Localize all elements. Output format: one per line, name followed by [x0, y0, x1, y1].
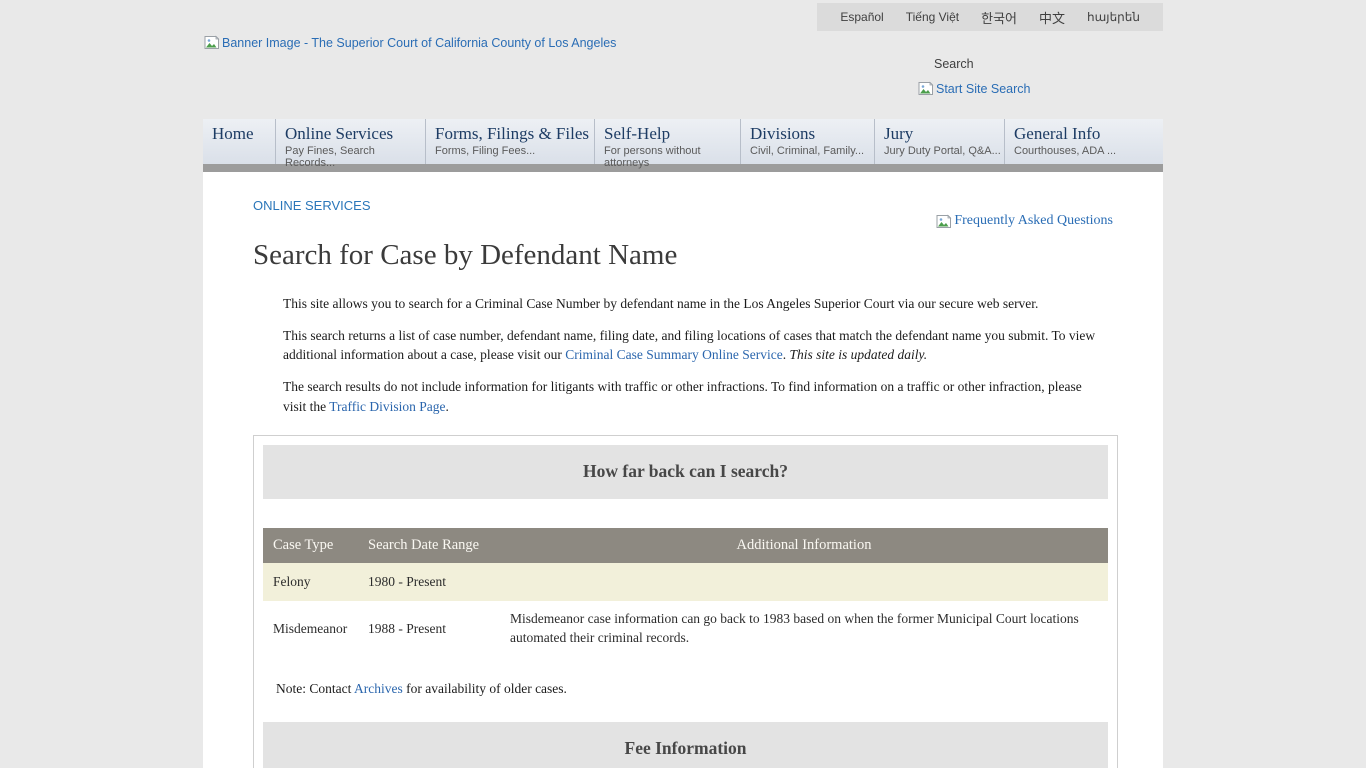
page-title: Search for Case by Defendant Name — [253, 239, 1118, 272]
column-header-case-type: Case Type — [263, 528, 358, 563]
banner-image-link[interactable]: Banner Image - The Superior Court of Cal… — [203, 35, 616, 50]
nav-label: Home — [212, 124, 275, 144]
page-root: Español Tiếng Việt 한국어 中文 հայերեն Banner… — [203, 0, 1163, 768]
site-search-area: Search Start Site Search — [917, 57, 1031, 101]
faq-link-text: Frequently Asked Questions — [954, 213, 1113, 229]
search-label: Search — [934, 57, 1031, 71]
nav-item-self-help[interactable]: Self-Help For persons without attorneys — [594, 119, 740, 164]
cell-case-type: Felony — [263, 563, 358, 601]
intro-paragraph-3: The search results do not include inform… — [283, 377, 1099, 415]
table-row-misdemeanor: Misdemeanor 1988 - Present Misdemeanor c… — [263, 601, 1108, 656]
nav-sublabel: For persons without attorneys — [604, 145, 740, 169]
language-link-korean[interactable]: 한국어 — [970, 8, 1028, 27]
cell-additional-info — [500, 563, 1108, 601]
cell-case-type: Misdemeanor — [263, 601, 358, 656]
nav-item-general-info[interactable]: General Info Courthouses, ADA ... — [1004, 119, 1163, 164]
header: Banner Image - The Superior Court of Cal… — [203, 31, 1163, 119]
intro-paragraph-2: This search returns a list of case numbe… — [283, 326, 1099, 364]
traffic-division-link[interactable]: Traffic Division Page — [329, 399, 445, 414]
faq-link[interactable]: Frequently Asked Questions — [935, 213, 1113, 229]
table-header-row: Case Type Search Date Range Additional I… — [263, 528, 1108, 563]
language-link-chinese[interactable]: 中文 — [1028, 8, 1076, 27]
nav-sublabel: Jury Duty Portal, Q&A... — [884, 145, 1004, 157]
search-date-range-table: Case Type Search Date Range Additional I… — [263, 528, 1108, 656]
cell-date-range: 1980 - Present — [358, 563, 500, 601]
nav-label: Jury — [884, 124, 1004, 144]
nav-label: General Info — [1014, 124, 1163, 144]
column-header-search-date-range: Search Date Range — [358, 528, 500, 563]
main-content: ONLINE SERVICES Frequently Asked Questio… — [203, 172, 1163, 768]
nav-item-online-services[interactable]: Online Services Pay Fines, Search Record… — [275, 119, 425, 164]
main-navigation: Home Online Services Pay Fines, Search R… — [203, 119, 1163, 164]
column-header-additional-information: Additional Information — [500, 528, 1108, 563]
language-bar-inner: Español Tiếng Việt 한국어 中文 հայերեն — [817, 3, 1163, 31]
nav-sublabel: Pay Fines, Search Records... — [285, 145, 425, 169]
note-text: for availability of older cases. — [403, 681, 567, 696]
nav-label: Self-Help — [604, 124, 740, 144]
breadcrumb-row: ONLINE SERVICES Frequently Asked Questio… — [253, 197, 1118, 221]
broken-image-icon — [203, 35, 220, 50]
broken-image-icon — [917, 81, 934, 96]
criminal-case-summary-link[interactable]: Criminal Case Summary Online Service — [565, 347, 782, 362]
cell-additional-info: Misdemeanor case information can go back… — [500, 601, 1108, 656]
nav-sublabel: Forms, Filing Fees... — [435, 145, 594, 157]
updated-daily-note: This site is updated daily. — [790, 347, 928, 362]
archives-note: Note: Contact Archives for availability … — [276, 681, 1108, 697]
fee-information-heading: Fee Information — [263, 722, 1108, 768]
nav-item-forms-filings-files[interactable]: Forms, Filings & Files Forms, Filing Fee… — [425, 119, 594, 164]
paragraph-text: . — [446, 399, 449, 414]
cell-date-range: 1988 - Present — [358, 601, 500, 656]
archives-link[interactable]: Archives — [354, 681, 403, 696]
intro-paragraph-1: This site allows you to search for a Cri… — [283, 294, 1099, 313]
language-link-espanol[interactable]: Español — [829, 10, 894, 24]
nav-label: Divisions — [750, 124, 874, 144]
paragraph-text: . — [783, 347, 790, 362]
nav-label: Forms, Filings & Files — [435, 124, 594, 144]
banner-alt-text: Banner Image - The Superior Court of Cal… — [222, 36, 616, 50]
nav-sublabel: Civil, Criminal, Family... — [750, 145, 874, 157]
nav-sublabel: Courthouses, ADA ... — [1014, 145, 1163, 157]
language-bar: Español Tiếng Việt 한국어 中文 հայերեն — [203, 0, 1163, 31]
nav-item-divisions[interactable]: Divisions Civil, Criminal, Family... — [740, 119, 874, 164]
nav-label: Online Services — [285, 124, 425, 144]
nav-item-jury[interactable]: Jury Jury Duty Portal, Q&A... — [874, 119, 1004, 164]
note-text: Note: Contact — [276, 681, 354, 696]
language-link-vietnamese[interactable]: Tiếng Việt — [895, 10, 970, 24]
info-box: How far back can I search? Case Type Sea… — [253, 435, 1118, 768]
broken-image-icon — [935, 214, 952, 229]
table-row-felony: Felony 1980 - Present — [263, 563, 1108, 601]
search-back-heading: How far back can I search? — [263, 445, 1108, 499]
nav-item-home[interactable]: Home — [203, 119, 275, 164]
start-site-search-link[interactable]: Start Site Search — [917, 81, 1031, 96]
language-link-armenian[interactable]: հայերեն — [1076, 10, 1151, 24]
breadcrumb-online-services[interactable]: ONLINE SERVICES — [253, 198, 371, 213]
start-site-search-text: Start Site Search — [936, 82, 1031, 96]
